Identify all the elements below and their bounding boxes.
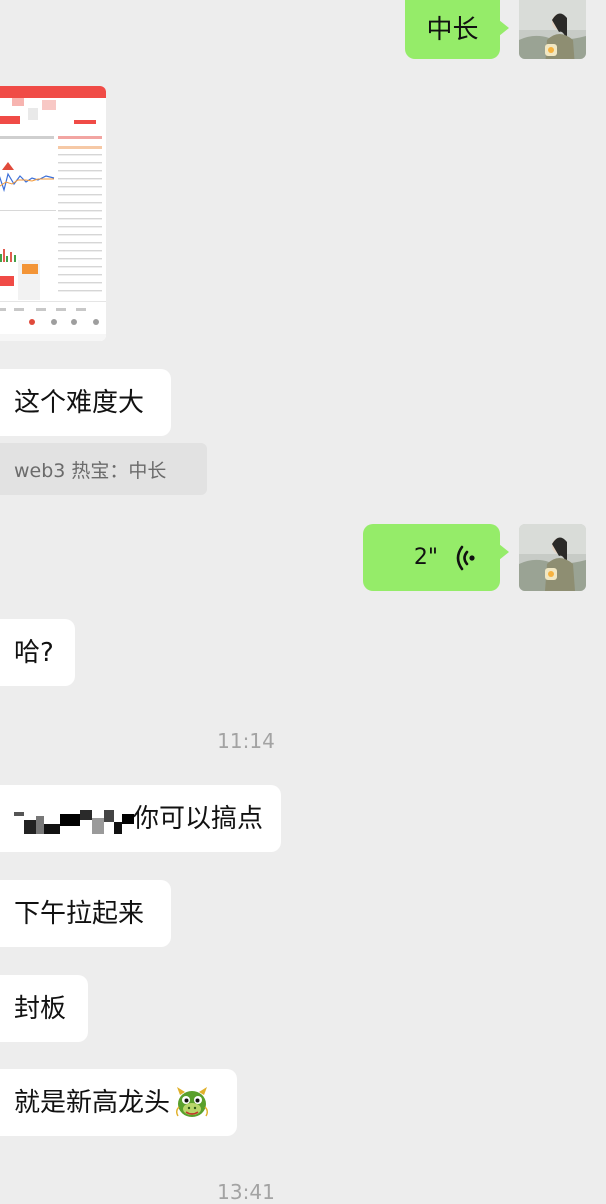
message-text: 你可以搞点 [132, 803, 263, 834]
message-text: 中长 [426, 14, 479, 45]
image-message[interactable] [0, 86, 106, 341]
quote-text: web3 热宝：中长 [14, 459, 167, 482]
message-text: 这个难度大 [14, 387, 145, 418]
message-bubble-other[interactable]: 哈? [0, 619, 75, 686]
message-bubble-self[interactable]: 中长 [405, 0, 509, 59]
timestamp: 11:14 [217, 729, 275, 753]
avatar[interactable] [519, 524, 586, 591]
avatar[interactable] [519, 0, 586, 59]
timestamp: 13:41 [217, 1180, 275, 1204]
message-text: 下午拉起来 [14, 898, 145, 929]
chat-area: 中长 这个难度大 web3 热宝：中长 2" 哈? 11:14 你可以搞点 下午… [0, 0, 606, 1204]
voice-message-bubble[interactable]: 2" [363, 524, 509, 591]
message-bubble-other[interactable]: 封板 [0, 975, 88, 1042]
message-bubble-other[interactable]: 就是新高龙头 [0, 1069, 237, 1136]
message-text: 封板 [14, 993, 67, 1024]
voice-duration: 2" [413, 544, 438, 570]
message-bubble-other[interactable]: 这个难度大 [0, 369, 171, 436]
message-text: 就是新高龙头 [14, 1087, 171, 1118]
message-text: 哈? [14, 637, 54, 668]
voice-wave-icon [454, 545, 478, 571]
quoted-message[interactable]: web3 热宝：中长 [0, 443, 207, 495]
message-bubble-other[interactable]: 你可以搞点 [0, 785, 281, 852]
message-bubble-other[interactable]: 下午拉起来 [0, 880, 171, 947]
dragon-emoji-icon [174, 1085, 210, 1121]
redacted-mention [14, 804, 134, 834]
